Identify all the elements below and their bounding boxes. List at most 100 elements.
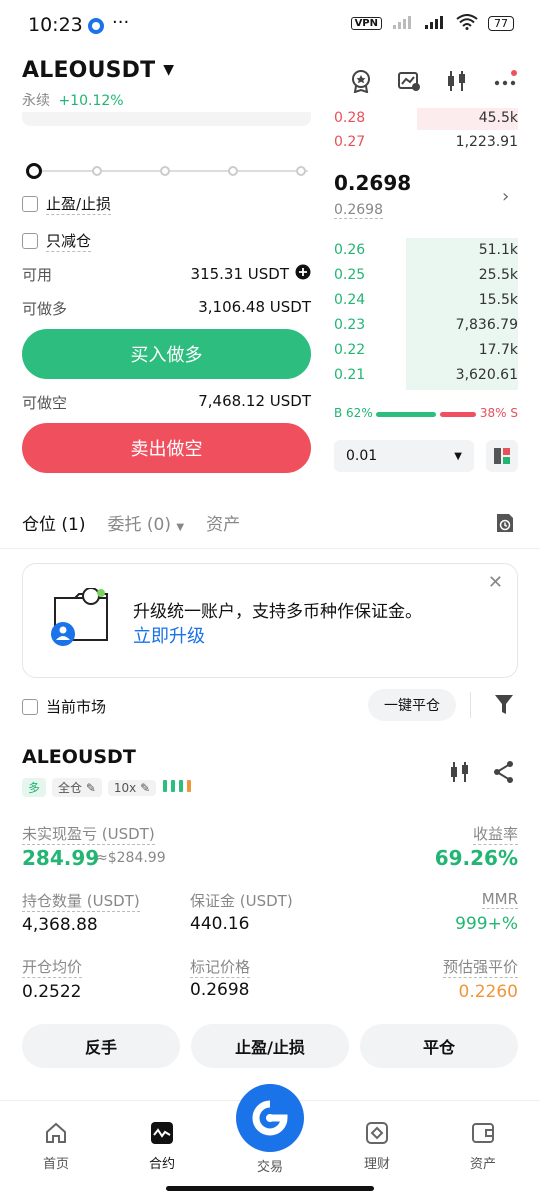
available-row: 315.31 USDT xyxy=(191,264,311,284)
ask-qty: 1,223.91 xyxy=(455,134,518,150)
bid-row[interactable]: 0.24 15.5k xyxy=(334,290,518,312)
position-pair[interactable]: ALEOUSDT xyxy=(22,746,136,768)
add-funds-icon[interactable] xyxy=(295,264,311,284)
nav-trade[interactable]: 交易 xyxy=(235,1156,305,1175)
chart-settings-icon[interactable] xyxy=(396,68,422,94)
entry-value: 0.2522 xyxy=(22,982,82,1002)
upgrade-banner[interactable]: 升级统一账户，支持多币种作保证金。 立即升级 ✕ xyxy=(22,563,518,678)
history-icon[interactable] xyxy=(494,512,516,538)
status-bar: 10:23 ··· VPN 77 xyxy=(0,0,540,52)
liq-value: 0.2260 xyxy=(458,982,518,1002)
reduce-only-checkbox[interactable]: 只减仓 xyxy=(22,230,92,252)
upnl-label: 未实现盈亏 (USDT) xyxy=(22,825,155,845)
sell-short-button[interactable]: 卖出做空 xyxy=(22,423,311,473)
slider-step[interactable] xyxy=(228,166,238,176)
can-long-value: 3,106.48 USDT xyxy=(198,298,311,316)
checkbox-box[interactable] xyxy=(22,698,38,715)
bid-price: 0.23 xyxy=(334,317,366,333)
leverage-slider[interactable] xyxy=(30,166,308,176)
contract-type: 永续 xyxy=(22,93,50,109)
bids-list: 0.26 51.1k 0.25 25.5k 0.24 15.5k 0.23 7,… xyxy=(334,238,518,390)
checkbox-box[interactable] xyxy=(22,233,38,249)
vpn-badge: VPN xyxy=(350,17,382,30)
close-position-button[interactable]: 平仓 xyxy=(360,1024,518,1068)
bid-row[interactable]: 0.22 17.7k xyxy=(334,340,518,362)
wallet-icon xyxy=(471,1121,495,1145)
status-right: VPN 77 xyxy=(350,14,514,33)
chevron-right-icon[interactable]: › xyxy=(502,186,509,207)
nav-earn[interactable]: 理财 xyxy=(342,1121,412,1172)
precision-value: 0.01 xyxy=(346,448,378,464)
mark-price-value: 0.2698 xyxy=(190,980,250,1000)
pair-selector[interactable]: ALEOUSDT ▼ xyxy=(22,58,174,83)
tpsl-button[interactable]: 止盈/止损 xyxy=(191,1024,349,1068)
candlestick-icon[interactable] xyxy=(444,68,470,94)
ask-row[interactable]: 0.27 1,223.91 xyxy=(334,132,518,154)
tpsl-checkbox[interactable]: 止盈/止损 xyxy=(22,193,112,215)
tpsl-label: 止盈/止损 xyxy=(46,195,112,215)
nav-home[interactable]: 首页 xyxy=(21,1121,91,1172)
more-menu-icon[interactable] xyxy=(492,68,518,94)
ask-price: 0.27 xyxy=(334,134,366,150)
nav-assets[interactable]: 资产 xyxy=(448,1121,518,1172)
banner-text: 升级统一账户，支持多币种作保证金。 xyxy=(133,602,422,622)
share-icon[interactable] xyxy=(492,760,516,788)
layout-toggle[interactable] xyxy=(486,440,518,472)
bid-row[interactable]: 0.26 51.1k xyxy=(334,240,518,262)
price-change: +10.12% xyxy=(58,93,124,109)
leverage-tag[interactable]: 10x ✎ xyxy=(107,779,157,796)
header-icons xyxy=(348,68,518,94)
roi-value: 69.26% xyxy=(434,846,518,870)
buy-sell-ratio-bar xyxy=(376,412,476,417)
tpsl-button-label: 止盈/止损 xyxy=(235,1038,305,1057)
badge-icon[interactable] xyxy=(348,68,374,94)
buy-long-label: 买入做多 xyxy=(130,345,203,366)
earn-icon xyxy=(365,1121,389,1145)
status-more-icon: ··· xyxy=(112,12,130,33)
bid-row[interactable]: 0.23 7,836.79 xyxy=(334,315,518,337)
slider-step[interactable] xyxy=(92,166,102,176)
margin-mode-tag[interactable]: 全仓 ✎ xyxy=(52,778,102,797)
candlestick-icon[interactable] xyxy=(448,760,472,788)
signal-icon xyxy=(424,14,446,33)
liq-label: 预估强平价 xyxy=(442,958,518,978)
can-short-label: 可做空 xyxy=(22,394,68,412)
mmr-label: MMR xyxy=(481,890,518,909)
filter-icon[interactable] xyxy=(494,694,514,720)
ask-row[interactable]: 0.28 45.5k xyxy=(334,108,518,130)
margin-value: 440.16 xyxy=(190,914,250,934)
can-long-label: 可做多 xyxy=(22,300,68,318)
slider-thumb[interactable] xyxy=(26,163,42,179)
size-value: 4,368.88 xyxy=(22,915,98,935)
reverse-button[interactable]: 反手 xyxy=(22,1024,180,1068)
current-market-checkbox[interactable]: 当前市场 xyxy=(22,696,106,717)
bid-price: 0.21 xyxy=(334,367,366,383)
upgrade-link[interactable]: 立即升级 xyxy=(133,622,205,648)
checkbox-box[interactable] xyxy=(22,196,38,212)
bid-qty: 51.1k xyxy=(478,242,518,258)
buy-long-button[interactable]: 买入做多 xyxy=(22,329,311,379)
close-all-label: 一键平仓 xyxy=(384,698,440,714)
close-icon[interactable]: ✕ xyxy=(488,572,503,593)
precision-select[interactable]: 0.01 ▼ xyxy=(334,440,474,472)
position-tabs: 仓位 (1) 委托 (0) ▼ 资产 xyxy=(22,510,240,535)
bid-qty: 17.7k xyxy=(478,342,518,358)
trade-fab-button[interactable] xyxy=(236,1084,304,1152)
bid-price: 0.24 xyxy=(334,292,366,308)
bid-qty: 25.5k xyxy=(478,267,518,283)
slider-step[interactable] xyxy=(160,166,170,176)
tab-orders[interactable]: 委托 (0) ▼ xyxy=(107,510,184,535)
reduce-only-label: 只减仓 xyxy=(46,232,92,252)
amount-input[interactable] xyxy=(22,112,311,126)
nav-futures[interactable]: 合约 xyxy=(127,1121,197,1172)
wifi-icon xyxy=(456,14,478,33)
ask-qty: 45.5k xyxy=(478,110,518,126)
slider-step[interactable] xyxy=(296,166,306,176)
tab-assets[interactable]: 资产 xyxy=(206,510,240,535)
bid-row[interactable]: 0.21 3,620.61 xyxy=(334,365,518,387)
close-all-button[interactable]: 一键平仓 xyxy=(368,689,456,721)
available-value: 315.31 USDT xyxy=(190,265,289,283)
bid-row[interactable]: 0.25 25.5k xyxy=(334,265,518,287)
buy-ratio-label: B 62% xyxy=(334,406,373,420)
tab-positions[interactable]: 仓位 (1) xyxy=(22,510,85,535)
